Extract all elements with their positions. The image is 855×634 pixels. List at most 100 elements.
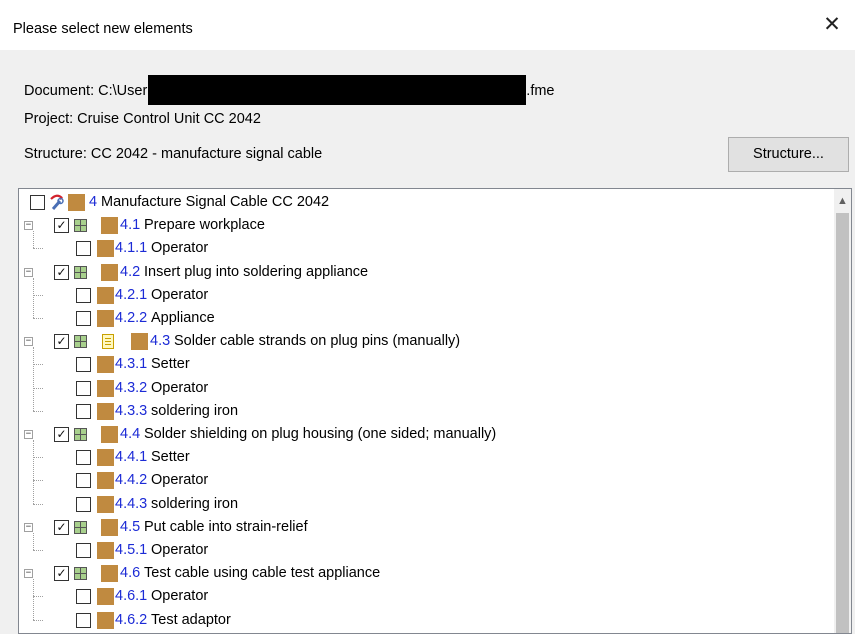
element-number[interactable]: 4.6 xyxy=(120,565,140,581)
collapse-icon[interactable]: − xyxy=(24,430,33,439)
element-number[interactable]: 4.5.1 xyxy=(115,542,147,558)
element-label: Setter xyxy=(151,356,190,373)
tree-row-resource[interactable]: 4.1.1 Operator xyxy=(19,237,827,260)
element-number[interactable]: 4.3.3 xyxy=(115,403,147,419)
tree-row-resource[interactable]: 4.3.3 soldering iron xyxy=(19,400,827,423)
tree-row-step[interactable]: − ✓ 4.6 Test cable using cable test applian… xyxy=(19,562,827,585)
collapse-icon[interactable]: − xyxy=(24,337,33,347)
document-label: Document: C:\User xyxy=(24,83,148,99)
dialog-titlebar: Please select new elements ✕ xyxy=(0,0,855,50)
tree-connector xyxy=(33,248,43,250)
element-label: Test adaptor xyxy=(151,611,231,628)
dialog-title: Please select new elements xyxy=(13,21,193,37)
row-checkbox[interactable] xyxy=(76,473,91,489)
row-checkbox[interactable] xyxy=(76,450,91,466)
scroll-up-arrow-icon[interactable]: ▲ xyxy=(834,189,851,210)
row-checkbox[interactable]: ✓ xyxy=(54,264,69,280)
element-color-square xyxy=(68,194,85,211)
row-checkbox[interactable]: ✓ xyxy=(54,427,69,442)
element-number[interactable]: 4.4 xyxy=(120,426,140,442)
element-number[interactable]: 4.2.1 xyxy=(115,287,147,303)
operation-grid-icon xyxy=(74,567,87,581)
tree-connector xyxy=(33,347,34,411)
element-number[interactable]: 4.2 xyxy=(120,264,140,280)
tree-row-step[interactable]: − ✓ 4.1 Prepare workplace xyxy=(19,214,827,237)
row-checkbox[interactable]: ✓ xyxy=(54,218,69,234)
tree-row-resource[interactable]: 4.6.2 Test adaptor xyxy=(19,609,827,632)
element-number[interactable]: 4 xyxy=(89,194,97,210)
element-color-square xyxy=(97,588,114,606)
element-label: Operator xyxy=(151,588,209,605)
redaction-bar xyxy=(148,75,527,105)
element-number[interactable]: 4.3 xyxy=(150,333,170,349)
row-checkbox[interactable] xyxy=(76,311,91,326)
element-color-square xyxy=(97,611,114,629)
row-checkbox[interactable]: ✓ xyxy=(54,334,69,350)
element-number[interactable]: 4.4.2 xyxy=(115,472,147,488)
structure-button[interactable]: Structure... xyxy=(728,137,849,172)
row-checkbox[interactable] xyxy=(76,380,91,396)
tree-row-resource[interactable]: 4.4.1 Setter xyxy=(19,446,827,469)
tree-row-root[interactable]: 4 Manufacture Signal Cable CC 2042 xyxy=(19,191,827,214)
collapse-icon[interactable]: − xyxy=(24,569,33,579)
tree-connector xyxy=(33,231,34,249)
tree-row-resource[interactable]: 4.5.1 Operator xyxy=(19,539,827,562)
collapse-icon[interactable]: − xyxy=(24,267,33,277)
element-number[interactable]: 4.3.2 xyxy=(115,380,147,396)
tree-row-resource[interactable]: 4.6.1 Operator xyxy=(19,585,827,608)
element-color-square xyxy=(101,518,118,536)
collapse-icon[interactable]: − xyxy=(24,221,33,231)
operation-grid-icon xyxy=(74,265,87,279)
tree-row-resource[interactable]: 4.3.1 Setter xyxy=(19,353,827,376)
collapse-icon[interactable]: − xyxy=(24,522,33,532)
document-path: Document: C:\User .fme xyxy=(24,75,555,105)
element-color-square xyxy=(97,495,114,513)
element-number[interactable]: 4.3.1 xyxy=(115,356,147,372)
close-icon[interactable]: ✕ xyxy=(821,14,843,36)
row-checkbox[interactable] xyxy=(76,287,91,303)
element-number[interactable]: 4.6.1 xyxy=(115,588,147,604)
vertical-scrollbar[interactable]: ▲ xyxy=(834,189,851,633)
tree-row-step[interactable]: − ✓ 4.2 Insert plug into soldering applianc… xyxy=(19,261,827,284)
tree-connector xyxy=(33,364,43,366)
tree-connector xyxy=(33,318,43,319)
tree-row-step[interactable]: − ✓ 4.4 Solder shielding on plug housing (o… xyxy=(19,423,827,446)
tree-row-step[interactable]: − ✓ 4.5 Put cable into strain-relief xyxy=(19,516,827,539)
tree-row-resource[interactable]: 4.4.3 soldering iron xyxy=(19,493,827,516)
element-number[interactable]: 4.1 xyxy=(120,217,140,233)
element-label: Operator xyxy=(151,240,209,257)
element-number[interactable]: 4.1.1 xyxy=(115,240,147,256)
structure-label: Structure: CC 2042 - manufacture signal … xyxy=(24,146,323,162)
element-tree[interactable]: ▲ 4 Manufacture Signal Cable CC 2042 − ✓ 4.1… xyxy=(18,188,852,634)
element-number[interactable]: 4.4.3 xyxy=(115,496,147,512)
row-checkbox[interactable] xyxy=(76,496,91,512)
row-checkbox[interactable] xyxy=(76,589,91,605)
element-color-square xyxy=(101,426,118,443)
tree-connector xyxy=(33,294,43,296)
tool-wrench-icon xyxy=(48,193,66,211)
element-number[interactable]: 4.5 xyxy=(120,519,140,535)
row-checkbox[interactable] xyxy=(76,543,91,558)
row-checkbox[interactable] xyxy=(76,403,91,419)
row-checkbox[interactable] xyxy=(30,195,45,210)
element-number[interactable]: 4.2.2 xyxy=(115,310,147,326)
tree-row-resource[interactable]: 4.2.1 Operator xyxy=(19,284,827,307)
tree-row-resource[interactable]: 4.2.2 Appliance xyxy=(19,307,827,330)
operation-grid-icon xyxy=(74,219,87,233)
element-color-square xyxy=(101,217,118,235)
element-label: Prepare workplace xyxy=(144,217,265,234)
row-checkbox[interactable] xyxy=(76,357,91,373)
element-number[interactable]: 4.6.2 xyxy=(115,612,147,628)
row-checkbox[interactable] xyxy=(76,612,91,628)
row-checkbox[interactable]: ✓ xyxy=(54,566,69,582)
tree-row-resource[interactable]: 4.3.2 Operator xyxy=(19,377,827,400)
element-label: Put cable into strain-relief xyxy=(144,518,308,535)
tree-row-resource[interactable]: 4.4.2 Operator xyxy=(19,469,827,492)
row-checkbox[interactable]: ✓ xyxy=(54,519,69,535)
element-number[interactable]: 4.4.1 xyxy=(115,449,147,465)
tree-connector xyxy=(33,503,43,505)
element-color-square xyxy=(97,310,114,327)
tree-row-step[interactable]: − ✓ 4.3 Solder cable strands on plug pins (… xyxy=(19,330,827,353)
scrollbar-thumb[interactable] xyxy=(836,213,849,633)
row-checkbox[interactable] xyxy=(76,241,91,257)
